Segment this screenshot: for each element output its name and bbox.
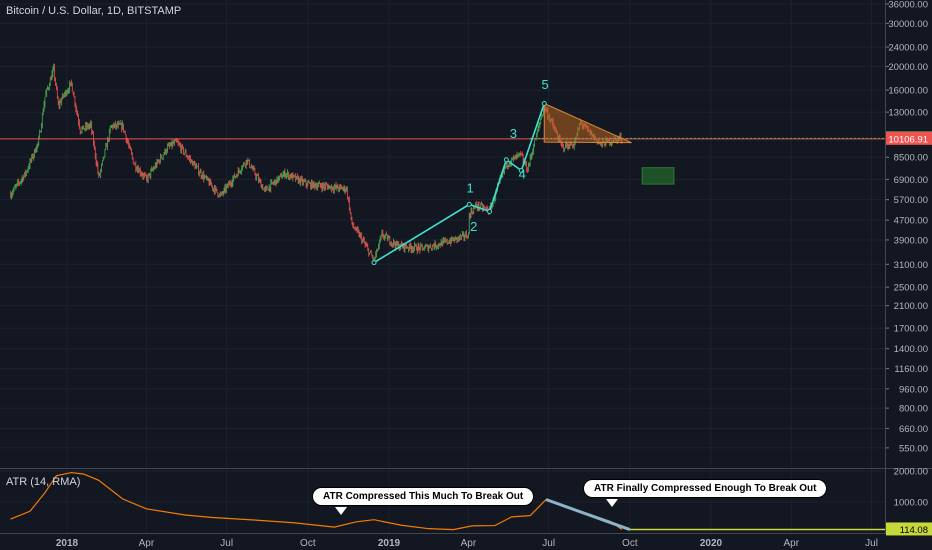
y-tick-label: 2100.00 [894, 301, 928, 312]
x-tick-label: Apr [783, 538, 799, 549]
wave-label-2: 2 [470, 219, 477, 234]
atr-callout-left: ATR Compressed This Much To Break Out [312, 487, 535, 515]
y-tick-label: 1400.00 [894, 344, 928, 355]
wave-point [466, 201, 472, 207]
x-tick-label: Jul [865, 538, 878, 549]
target-box [641, 167, 675, 185]
y-tick-label: 4700.00 [894, 216, 928, 227]
chart-canvas: 2018 Apr Jul Oct 2019 Apr Jul Oct 2020 Apr Jul 3600… [0, 0, 932, 550]
y-tick-label: 36000.00 [888, 0, 928, 11]
y-tick-label: 960.00 [899, 384, 928, 395]
x-tick-label: Oct [622, 538, 638, 549]
y-tick-label: 13000.00 [888, 108, 928, 119]
x-tick-label: 2020 [700, 538, 723, 549]
wave-label-4: 4 [519, 167, 526, 182]
y-tick-label: 3100.00 [894, 260, 928, 271]
x-tick-label: Oct [300, 538, 316, 549]
y-tick-label: 3900.00 [894, 235, 928, 246]
x-tick-label: Apr [461, 538, 477, 549]
wave-label-5: 5 [542, 77, 549, 92]
wave-label-3: 3 [510, 126, 517, 141]
atr-y-tick-label: 2000.00 [894, 467, 928, 478]
chart-background [0, 0, 932, 550]
x-tick-label: Jul [220, 538, 233, 549]
symbol-title[interactable]: Bitcoin / U.S. Dollar, 1D, BITSTAMP [6, 5, 181, 17]
atr-callout-right-text: ATR Finally Compressed Enough To Break O… [594, 483, 817, 494]
y-tick-label: 660.00 [899, 424, 928, 435]
x-tick-label: Jul [542, 538, 555, 549]
y-tick-label: 1700.00 [894, 324, 928, 335]
wave-point [371, 260, 377, 266]
y-tick-label: 16000.00 [888, 86, 928, 97]
atr-indicator-label[interactable]: ATR (14, RMA) [6, 476, 80, 488]
y-tick-label: 550.00 [899, 443, 928, 454]
x-tick-label: 2018 [56, 538, 79, 549]
wave-point [487, 208, 493, 214]
y-tick-label: 20000.00 [888, 62, 928, 73]
atr-value-tag: 114.08 [900, 525, 928, 536]
wave-label-1: 1 [467, 180, 474, 195]
y-tick-label: 1160.00 [894, 364, 928, 375]
atr-callout-right: ATR Finally Compressed Enough To Break O… [583, 479, 828, 507]
x-tick-label: 2019 [378, 538, 401, 549]
y-tick-label: 5700.00 [894, 195, 928, 206]
y-tick-label: 800.00 [899, 404, 928, 415]
y-tick-label: 8500.00 [894, 153, 928, 164]
wave-point [503, 157, 509, 163]
y-tick-label: 24000.00 [888, 43, 928, 54]
atr-callout-left-text: ATR Compressed This Much To Break Out [323, 491, 524, 502]
y-tick-label: 6900.00 [894, 175, 928, 186]
y-tick-label: 30000.00 [888, 19, 928, 30]
atr-y-tick-label: 1000.00 [894, 498, 928, 509]
x-tick-label: Apr [139, 538, 155, 549]
y-tick-label: 2500.00 [894, 283, 928, 294]
price-tag-line: 10106.91 [888, 134, 928, 145]
wave-point [541, 101, 547, 107]
